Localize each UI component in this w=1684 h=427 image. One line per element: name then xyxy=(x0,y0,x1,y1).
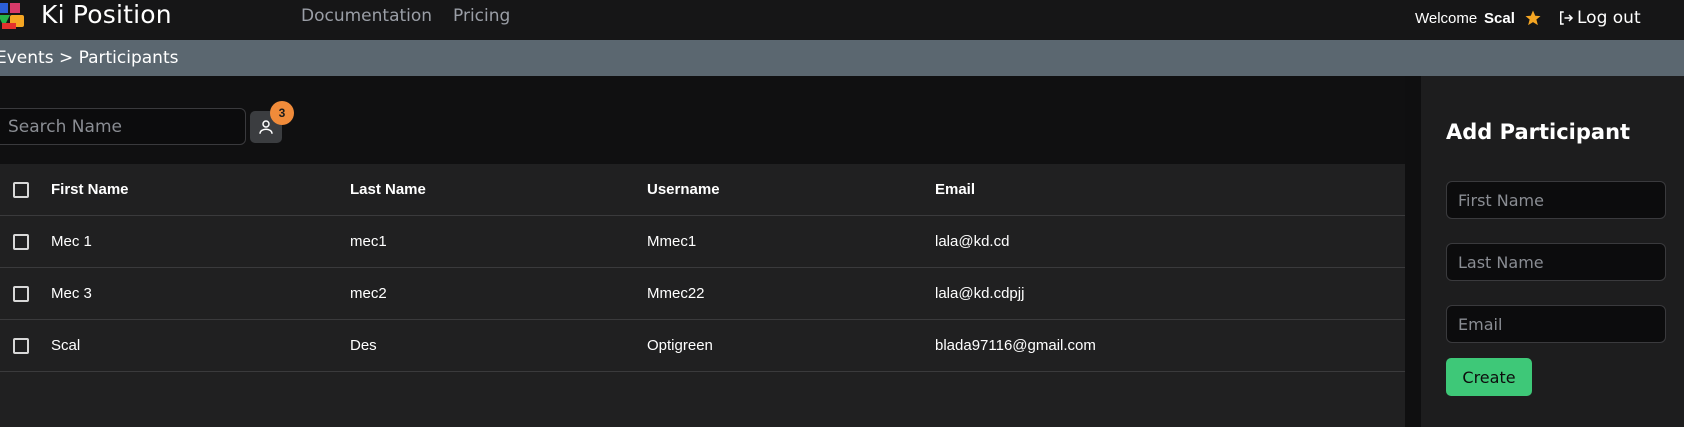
row-checkbox[interactable] xyxy=(13,286,29,302)
breadcrumb-bar: Events > Participants xyxy=(0,40,1684,76)
logout-icon xyxy=(1560,11,1574,25)
top-navbar: Ki Position Documentation Pricing Welcom… xyxy=(0,0,1684,40)
email-field[interactable] xyxy=(1446,305,1666,343)
user-name: Scal xyxy=(1484,10,1515,27)
cell-email: lala@kd.cdpjj xyxy=(935,285,1025,302)
cell-first-name: Scal xyxy=(51,337,81,354)
row-checkbox[interactable] xyxy=(13,338,29,354)
star-icon xyxy=(1525,10,1541,26)
last-name-field[interactable] xyxy=(1446,243,1666,281)
table-header-row: First Name Last Name Username Email xyxy=(0,164,1405,216)
header-last-name[interactable]: Last Name xyxy=(350,181,426,198)
cell-first-name: Mec 3 xyxy=(51,285,92,302)
participants-main: 3 First Name Last Name Username Email Me… xyxy=(0,76,1405,427)
cell-email: lala@kd.cd xyxy=(935,233,1010,250)
select-all-checkbox[interactable] xyxy=(13,182,29,198)
participant-count-badge: 3 xyxy=(270,101,294,125)
header-first-name[interactable]: First Name xyxy=(51,181,129,198)
cell-username: Mmec22 xyxy=(647,285,705,302)
participants-table: First Name Last Name Username Email Mec … xyxy=(0,164,1405,427)
table-row[interactable]: Mec 3 mec2 Mmec22 lala@kd.cdpjj xyxy=(0,268,1405,320)
cell-username: Optigreen xyxy=(647,337,713,354)
cell-first-name: Mec 1 xyxy=(51,233,92,250)
brand-name[interactable]: Ki Position xyxy=(41,0,172,29)
header-username[interactable]: Username xyxy=(647,181,720,198)
breadcrumb[interactable]: Events > Participants xyxy=(0,48,178,68)
add-participant-panel: Add Participant Create xyxy=(1421,76,1684,427)
cell-username: Mmec1 xyxy=(647,233,697,250)
table-row[interactable]: Mec 1 mec1 Mmec1 lala@kd.cd xyxy=(0,216,1405,268)
welcome-text: Welcome xyxy=(1415,10,1478,27)
ki-position-logo-icon[interactable] xyxy=(0,1,28,31)
nav-link-documentation[interactable]: Documentation xyxy=(301,6,432,26)
logout-label: Log out xyxy=(1577,8,1641,28)
create-button[interactable]: Create xyxy=(1446,358,1532,396)
cell-last-name: mec1 xyxy=(350,233,387,250)
cell-email: blada97116@gmail.com xyxy=(935,337,1096,354)
nav-link-pricing[interactable]: Pricing xyxy=(453,6,510,26)
row-checkbox[interactable] xyxy=(13,234,29,250)
search-name-input[interactable] xyxy=(0,108,246,145)
panel-title: Add Participant xyxy=(1446,120,1631,144)
table-row[interactable]: Scal Des Optigreen blada97116@gmail.com xyxy=(0,320,1405,372)
header-email[interactable]: Email xyxy=(935,181,975,198)
cell-last-name: Des xyxy=(350,337,377,354)
logout-button[interactable]: Log out xyxy=(1557,7,1641,29)
first-name-field[interactable] xyxy=(1446,181,1666,219)
cell-last-name: mec2 xyxy=(350,285,387,302)
